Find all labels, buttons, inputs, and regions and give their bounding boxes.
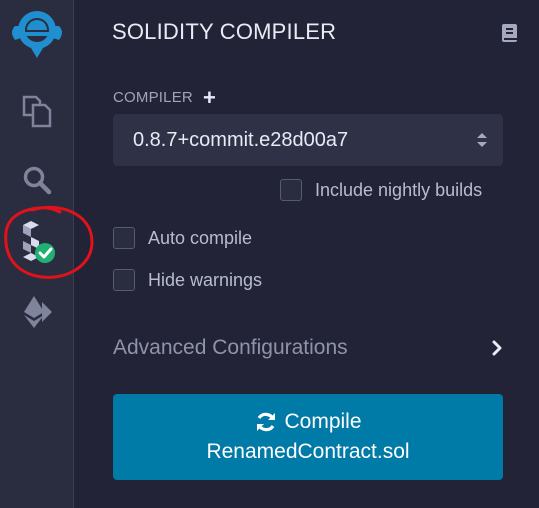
search-icon[interactable]	[0, 158, 74, 202]
hide-warnings-label: Hide warnings	[148, 269, 263, 290]
compiler-version-value: 0.8.7+commit.e28d00a7	[133, 128, 349, 151]
compiler-panel: SOLIDITY COMPILER COMPILER + 0.8.7+commi…	[75, 0, 539, 508]
add-compiler-icon[interactable]: +	[203, 87, 216, 109]
advanced-configurations-toggle[interactable]: Advanced Configurations	[113, 336, 503, 360]
documentation-icon[interactable]	[501, 23, 519, 48]
auto-compile-row: Auto compile	[113, 227, 252, 249]
include-nightly-row: Include nightly builds	[280, 179, 482, 201]
advanced-configurations-label: Advanced Configurations	[113, 336, 348, 359]
auto-compile-checkbox[interactable]	[113, 227, 135, 249]
auto-compile-label: Auto compile	[148, 227, 253, 248]
hide-warnings-row: Hide warnings	[113, 269, 262, 291]
remix-logo-icon[interactable]	[0, 6, 74, 64]
compile-button-label: Compile	[284, 410, 362, 433]
select-arrows-icon	[477, 133, 487, 147]
refresh-icon	[257, 412, 276, 432]
include-nightly-label: Include nightly builds	[315, 179, 483, 200]
compiler-version-select[interactable]: 0.8.7+commit.e28d00a7	[113, 114, 503, 166]
include-nightly-checkbox[interactable]	[280, 179, 302, 201]
file-explorer-icon[interactable]	[0, 88, 74, 134]
compile-button[interactable]: Compile RenamedContract.sol	[113, 394, 503, 480]
chevron-right-icon	[492, 340, 502, 356]
icon-sidebar	[0, 0, 94, 508]
compiler-label: COMPILER	[113, 89, 193, 106]
panel-title: SOLIDITY COMPILER	[112, 19, 337, 44]
deploy-run-icon[interactable]	[0, 290, 74, 334]
hide-warnings-checkbox[interactable]	[113, 269, 135, 291]
compiler-section-label: COMPILER +	[113, 87, 216, 109]
compile-file-name: RenamedContract.sol	[206, 440, 410, 463]
